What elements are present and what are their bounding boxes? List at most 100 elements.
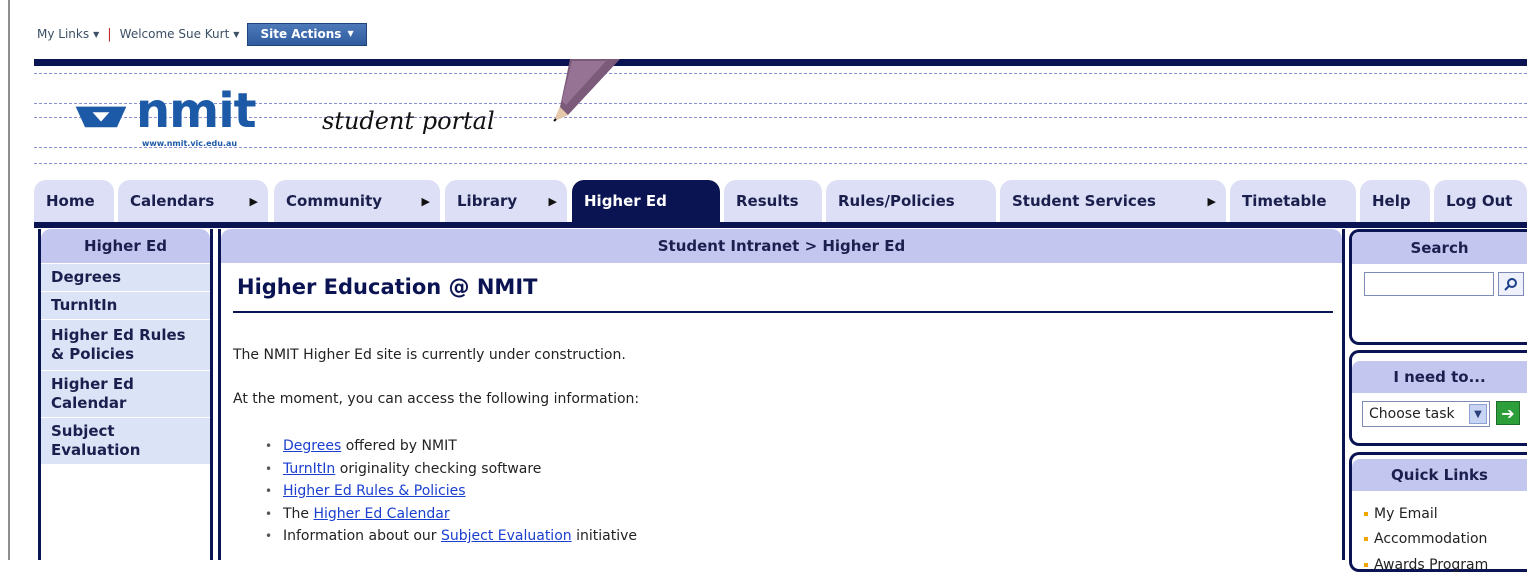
search-panel-title: Search [1352, 232, 1527, 264]
caret-right-icon: ▶ [548, 194, 557, 208]
quick-links-title: Quick Links [1352, 459, 1527, 491]
quick-link-label: My Email [1374, 505, 1438, 522]
tab-rules-policies[interactable]: Rules/Policies [826, 180, 996, 222]
quick-links-list: My Email Accommodation Awards Program [1364, 501, 1488, 578]
tab-timetable[interactable]: Timetable [1230, 180, 1356, 222]
page-left-border [0, 0, 10, 560]
page-title: Higher Education @ NMIT [237, 275, 538, 299]
breadcrumb: Student Intranet > Higher Ed [221, 229, 1342, 263]
caret-down-icon: ▼ [233, 29, 240, 39]
caret-down-icon: ▼ [93, 29, 100, 39]
logo-mark-icon [75, 106, 127, 128]
tab-label: Student Services [1012, 192, 1156, 210]
logo-url: www.nmit.vic.edu.au [142, 139, 238, 148]
tab-label: Timetable [1242, 192, 1327, 210]
tab-label: Rules/Policies [838, 192, 955, 210]
site-actions-button[interactable]: Site Actions ▼ [247, 22, 367, 46]
left-navigation: Higher Ed Degrees TurnItIn Higher Ed Rul… [38, 229, 213, 560]
tab-label: Results [736, 192, 799, 210]
search-button[interactable] [1498, 272, 1524, 296]
green-arrow-icon: ➔ [1501, 403, 1515, 423]
tab-student-services[interactable]: Student Services ▶ [1000, 180, 1226, 222]
left-nav-title: Higher Ed [41, 229, 210, 263]
caret-down-icon: ▼ [347, 29, 354, 38]
tab-label: Community [286, 192, 383, 210]
tab-higher-ed[interactable]: Higher Ed ▶ [572, 180, 720, 222]
tab-log-out[interactable]: Log Out [1434, 180, 1527, 222]
task-select-value: Choose task [1369, 406, 1455, 422]
bullet-icon [1364, 562, 1368, 567]
banner-line [34, 147, 1527, 148]
info-text: At the moment, you can access the follow… [233, 391, 640, 407]
search-panel: Search [1349, 229, 1527, 345]
banner-line [34, 73, 1527, 74]
my-links-menu[interactable]: My Links ▼ [37, 27, 99, 41]
list-item: Higher Ed Rules & Policies [263, 480, 637, 503]
main-nav: Home Calendars ▶ Community ▶ Library ▶ High… [34, 180, 1527, 225]
site-actions-label: Site Actions [260, 26, 342, 41]
left-nav-item-calendar[interactable]: Higher Ed Calendar [41, 370, 210, 417]
quick-link-item[interactable]: Accommodation [1364, 527, 1488, 553]
quick-link-item[interactable]: My Email [1364, 501, 1488, 527]
tab-help[interactable]: Help [1360, 180, 1430, 222]
list-item: TurnItIn originality checking software [263, 458, 637, 481]
info-list: Degrees offered by NMIT TurnItIn origina… [263, 435, 637, 548]
subject-evaluation-link[interactable]: Subject Evaluation [441, 528, 572, 544]
go-button[interactable]: ➔ [1496, 401, 1520, 425]
list-item: Degrees offered by NMIT [263, 435, 637, 458]
left-nav-item-degrees[interactable]: Degrees [41, 263, 210, 291]
left-nav-item-rules-policies[interactable]: Higher Ed Rules & Policies [41, 319, 210, 370]
caret-right-icon: ▶ [701, 194, 710, 208]
bullet-icon [1364, 511, 1368, 516]
site-banner: nmit www.nmit.vic.edu.au student portal [34, 59, 1527, 179]
left-nav-item-turnitin[interactable]: TurnItIn [41, 291, 210, 319]
quick-link-item[interactable]: Awards Program [1364, 552, 1488, 578]
welcome-menu[interactable]: Welcome Sue Kurt ▼ [120, 27, 240, 41]
magnifier-icon [1504, 278, 1517, 291]
tab-results[interactable]: Results [724, 180, 822, 222]
rules-policies-link[interactable]: Higher Ed Rules & Policies [283, 483, 466, 499]
nmit-logo[interactable]: nmit [72, 83, 257, 139]
banner-top-bar [34, 59, 1527, 66]
caret-right-icon: ▶ [421, 194, 430, 208]
tab-label: Help [1372, 192, 1411, 210]
search-input[interactable] [1364, 272, 1494, 296]
tab-home[interactable]: Home [34, 180, 114, 222]
quick-link-label: Awards Program [1374, 556, 1489, 573]
right-column: Search I need to... Choose task ▼ ➔ Quic… [1349, 229, 1527, 573]
degrees-link[interactable]: Degrees [283, 438, 341, 454]
calendar-link[interactable]: Higher Ed Calendar [314, 506, 450, 522]
banner-line [34, 163, 1527, 164]
turnitin-link[interactable]: TurnItIn [283, 461, 335, 477]
tab-label: Calendars [130, 192, 215, 210]
tab-calendars[interactable]: Calendars ▶ [118, 180, 268, 222]
chevron-down-icon: ▼ [1469, 404, 1487, 424]
left-nav-item-subject-evaluation[interactable]: Subject Evaluation [41, 417, 210, 464]
caret-right-icon: ▶ [249, 194, 258, 208]
tab-community[interactable]: Community ▶ [274, 180, 440, 222]
top-bar: My Links ▼ | Welcome Sue Kurt ▼ Site Act… [37, 22, 367, 46]
logo-wordmark: nmit [136, 83, 257, 139]
list-item: The Higher Ed Calendar [263, 503, 637, 526]
list-text: The [283, 505, 314, 522]
quick-link-label: Accommodation [1374, 531, 1488, 548]
main-content: Student Intranet > Higher Ed Higher Educ… [218, 229, 1345, 560]
list-text: offered by NMIT [341, 438, 457, 454]
banner-line [34, 103, 1527, 104]
task-select[interactable]: Choose task ▼ [1362, 401, 1490, 427]
tab-label: Home [46, 192, 95, 210]
i-need-to-title: I need to... [1352, 361, 1527, 393]
list-text: initiative [571, 528, 637, 544]
tab-label: Log Out [1446, 192, 1513, 210]
tab-label: Higher Ed [584, 192, 667, 210]
intro-text: The NMIT Higher Ed site is currently und… [233, 347, 626, 363]
tab-label: Library [457, 192, 518, 210]
pencil-icon [553, 59, 620, 122]
banner-line [34, 117, 1527, 118]
tab-library[interactable]: Library ▶ [445, 180, 567, 222]
bullet-icon [1364, 537, 1368, 542]
list-text: Information about our [283, 528, 441, 544]
quick-links-panel: Quick Links My Email Accommodation Award… [1349, 452, 1527, 573]
welcome-label: Welcome Sue Kurt [119, 27, 230, 41]
separator: | [107, 26, 112, 42]
